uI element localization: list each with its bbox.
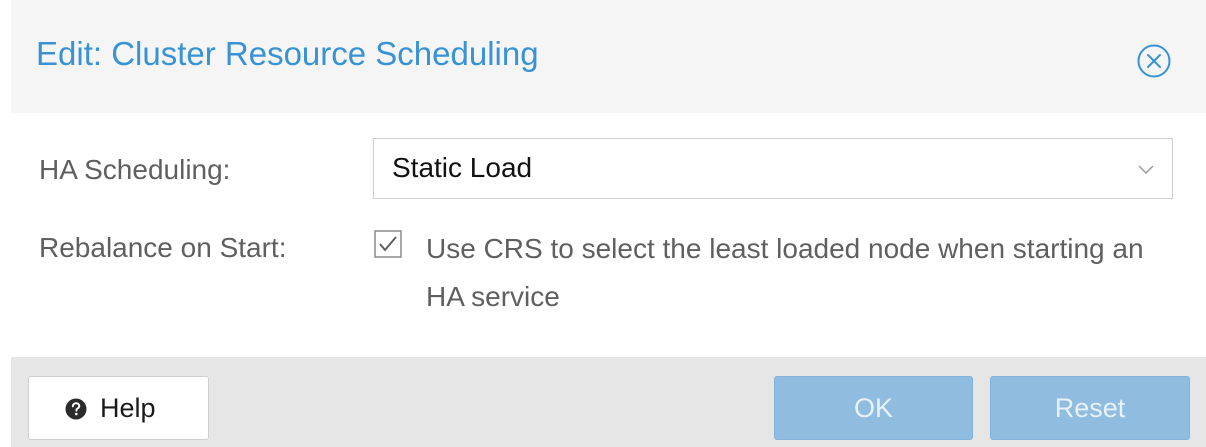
dialog-footer: Help OK Reset — [11, 357, 1206, 447]
help-button[interactable]: Help — [28, 376, 209, 440]
close-button[interactable] — [1136, 43, 1172, 79]
edit-crs-dialog: Edit: Cluster Resource Scheduling HA Sch… — [11, 0, 1206, 447]
ha-scheduling-value: Static Load — [392, 152, 533, 183]
dialog-body: HA Scheduling: Static Load Rebalance on … — [11, 113, 1206, 357]
ha-scheduling-label: HA Scheduling: — [39, 154, 231, 185]
rebalance-checkbox[interactable] — [374, 230, 402, 258]
chevron-down-icon[interactable] — [1136, 159, 1156, 179]
rebalance-label: Rebalance on Start: — [39, 232, 287, 263]
checkbox-checked-icon — [374, 230, 402, 258]
dialog-header: Edit: Cluster Resource Scheduling — [11, 0, 1206, 113]
circle-x-icon — [1137, 44, 1171, 78]
help-button-label: Help — [100, 393, 156, 423]
ok-button[interactable]: OK — [774, 376, 973, 440]
dialog-title: Edit: Cluster Resource Scheduling — [36, 35, 539, 72]
reset-button[interactable]: Reset — [990, 376, 1190, 440]
ha-scheduling-select[interactable]: Static Load — [373, 138, 1173, 199]
rebalance-checkbox-label[interactable]: Use CRS to select the least loaded node … — [426, 225, 1166, 321]
question-circle-icon — [65, 398, 87, 420]
